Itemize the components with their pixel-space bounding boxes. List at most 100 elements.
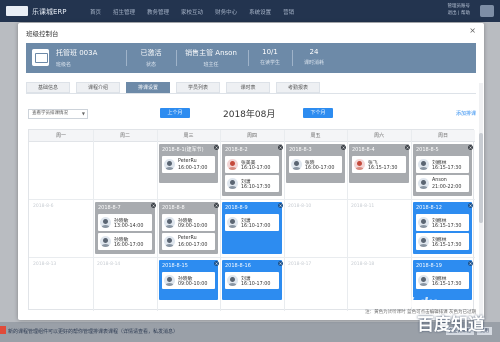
schedule-entry[interactable]: 孙晓敏 09:00-10:00 bbox=[162, 214, 215, 231]
schedule-entry[interactable]: 孙晓敏 13:00-14:00 bbox=[98, 214, 152, 231]
schedule-entry[interactable]: 张美美 16:10-17:00 bbox=[225, 156, 279, 173]
schedule-card-editable[interactable]: 2018-8-12 × 刘娜林 16:15-17:30 刘娜林 16:15-17… bbox=[413, 202, 473, 254]
tab-schedule-settings[interactable]: 排课设置 bbox=[126, 82, 170, 93]
chevron-down-icon: ▼ bbox=[81, 111, 85, 116]
close-icon[interactable]: × bbox=[468, 203, 473, 208]
schedule-entry[interactable]: Anson 21:00-22:00 bbox=[416, 175, 469, 192]
nav-item[interactable]: 财务中心 bbox=[215, 8, 237, 16]
card-date: 2018-8-8 bbox=[162, 205, 185, 211]
lesson-time: 16:00-17:00 bbox=[114, 243, 144, 248]
schedule-entry[interactable]: 孙晓敏 16:00-17:00 bbox=[98, 233, 152, 250]
lesson-time: 16:15-17:30 bbox=[432, 166, 462, 171]
close-icon[interactable]: × bbox=[278, 145, 283, 150]
scrollbar-thumb[interactable] bbox=[479, 133, 483, 223]
nav-item[interactable]: 教务管理 bbox=[147, 8, 169, 16]
schedule-card[interactable]: 2018-8-7 × 孙晓敏 13:00-14:00 孙晓敏 16:00-17:… bbox=[95, 202, 156, 254]
avatar bbox=[227, 275, 238, 286]
schedule-entry[interactable]: 刘娜林 16:15-17:30 bbox=[416, 233, 469, 250]
schedule-card-editable[interactable]: 2018-8-19 × 刘娜林 16:15-17:30 bbox=[413, 260, 473, 300]
schedule-card-editable[interactable]: 2018-8-15 × 孙晓敏 09:00-10:00 bbox=[159, 260, 219, 300]
schedule-card-editable[interactable]: 2018-8-16 × 刘潇 16:10-17:00 bbox=[222, 260, 283, 300]
schedule-card[interactable]: 2018-8-1(建军节) × PeterRu 16:00-17:00 bbox=[159, 144, 219, 183]
schedule-entry[interactable]: 刘潇 16:10-17:30 bbox=[225, 175, 279, 192]
info-teacher: 销售主管 Anson 班主任 bbox=[185, 49, 237, 68]
avatar[interactable] bbox=[480, 5, 494, 17]
student-name: 刘娜林 bbox=[432, 277, 447, 282]
close-icon[interactable]: × bbox=[341, 145, 346, 150]
cell-date: 2018-8-13 bbox=[33, 262, 57, 267]
view-mode-value: 查看学员排课情况 bbox=[32, 111, 68, 116]
schedule-entry[interactable]: PeterRu 16:00-17:00 bbox=[162, 233, 215, 250]
close-icon[interactable]: × bbox=[278, 203, 283, 208]
nav-item[interactable]: 系统设置 bbox=[249, 8, 271, 16]
student-name: 孙晓敏 bbox=[178, 219, 193, 224]
avatar bbox=[227, 178, 238, 189]
student-name: PeterRu bbox=[178, 236, 197, 241]
student-name: 刘潇 bbox=[241, 180, 251, 185]
close-icon[interactable]: × bbox=[214, 203, 219, 208]
schedule-entry[interactable]: PeterRu 16:00-17:00 bbox=[162, 156, 215, 173]
student-name: 张美美 bbox=[241, 161, 256, 166]
close-icon[interactable]: × bbox=[469, 26, 476, 35]
schedule-card[interactable]: 2018-8-5 × 刘娜林 16:15-17:30 Anson 21:00-2… bbox=[413, 144, 473, 196]
close-icon[interactable]: × bbox=[468, 145, 473, 150]
lesson-time: 16:00-17:00 bbox=[178, 243, 208, 248]
schedule-entry[interactable]: 孙晓敏 09:00-10:00 bbox=[162, 272, 215, 289]
close-icon[interactable]: × bbox=[405, 145, 410, 150]
tab-bar: 基础信息 课程介绍 排课设置 学员列表 课时表 考勤报表 bbox=[26, 82, 476, 94]
schedule-entry[interactable]: 刘娜林 16:15-17:30 bbox=[416, 214, 469, 231]
close-icon[interactable]: × bbox=[278, 261, 283, 266]
schedule-entry[interactable]: 刘潇 16:10-17:00 bbox=[225, 214, 279, 231]
tab-basic-info[interactable]: 基础信息 bbox=[26, 82, 70, 93]
avatar bbox=[418, 178, 429, 189]
weekday-label: 周日 bbox=[437, 133, 448, 139]
weekday-label: 周五 bbox=[310, 133, 321, 139]
class-icon bbox=[32, 49, 49, 66]
view-mode-select[interactable]: 查看学员排课情况 ▼ bbox=[28, 109, 88, 119]
weekday-label: 周三 bbox=[183, 133, 194, 139]
schedule-card[interactable]: 2018-8-4 × 张飞 16:15-17:30 bbox=[349, 144, 410, 183]
schedule-entry[interactable]: 张飞 16:15-17:30 bbox=[352, 156, 406, 173]
close-icon[interactable]: × bbox=[151, 203, 156, 208]
grid-line bbox=[93, 130, 94, 311]
avatar bbox=[164, 159, 175, 170]
prev-month-button[interactable]: 上个月 bbox=[160, 108, 190, 118]
cell-date: 2018-8-11 bbox=[351, 204, 375, 209]
lesson-time: 21:00-22:00 bbox=[432, 185, 462, 190]
close-icon[interactable]: × bbox=[468, 261, 473, 266]
tab-student-list[interactable]: 学员列表 bbox=[176, 82, 220, 93]
student-name: 孙晓敏 bbox=[114, 219, 129, 224]
student-name: 刘娜林 bbox=[432, 219, 447, 224]
tab-class-hours[interactable]: 课时表 bbox=[226, 82, 270, 93]
nav-item[interactable]: 招生管理 bbox=[113, 8, 135, 16]
user-actions[interactable]: 退出 | 帮助 bbox=[448, 10, 470, 17]
avatar bbox=[164, 236, 175, 247]
schedule-entry[interactable]: 刘娜林 16:15-17:30 bbox=[416, 272, 469, 289]
schedule-card[interactable]: 2018-8-3 × 张晓 16:00-17:00 bbox=[286, 144, 346, 183]
close-icon[interactable]: × bbox=[214, 145, 219, 150]
nav-item[interactable]: 首页 bbox=[90, 8, 101, 16]
nav-item[interactable]: 家校互动 bbox=[181, 8, 203, 16]
nav-item[interactable]: 营销 bbox=[283, 8, 294, 16]
student-name: 孙晓敏 bbox=[178, 277, 193, 282]
card-date: 2018-8-9 bbox=[225, 205, 248, 211]
add-schedule-link[interactable]: 添加排课 bbox=[456, 110, 476, 117]
grid-line bbox=[29, 257, 475, 258]
avatar bbox=[100, 236, 111, 247]
watermark: Bai du jingyan 百度知道 bbox=[385, 296, 500, 342]
schedule-card[interactable]: 2018-8-2 × 张美美 16:10-17:00 刘潇 16:10-17:3… bbox=[222, 144, 283, 196]
schedule-entry[interactable]: 刘潇 16:10-17:00 bbox=[225, 272, 279, 289]
lesson-time: 16:15-17:30 bbox=[432, 224, 462, 229]
tab-course-intro[interactable]: 课程介绍 bbox=[76, 82, 120, 93]
next-month-button[interactable]: 下个月 bbox=[303, 108, 333, 118]
close-icon[interactable]: × bbox=[214, 261, 219, 266]
card-date: 2018-8-19 bbox=[416, 263, 442, 269]
card-date: 2018-8-7 bbox=[98, 205, 121, 211]
tab-attendance-report[interactable]: 考勤报表 bbox=[276, 82, 320, 93]
schedule-entry[interactable]: 刘娜林 16:15-17:30 bbox=[416, 156, 469, 173]
schedule-card[interactable]: 2018-8-8 × 孙晓敏 09:00-10:00 PeterRu 16:00… bbox=[159, 202, 219, 254]
schedule-entry[interactable]: 张晓 16:00-17:00 bbox=[289, 156, 342, 173]
avatar bbox=[164, 217, 175, 228]
divider bbox=[126, 50, 127, 66]
schedule-card-editable[interactable]: 2018-8-9 × 刘潇 16:10-17:00 bbox=[222, 202, 283, 254]
